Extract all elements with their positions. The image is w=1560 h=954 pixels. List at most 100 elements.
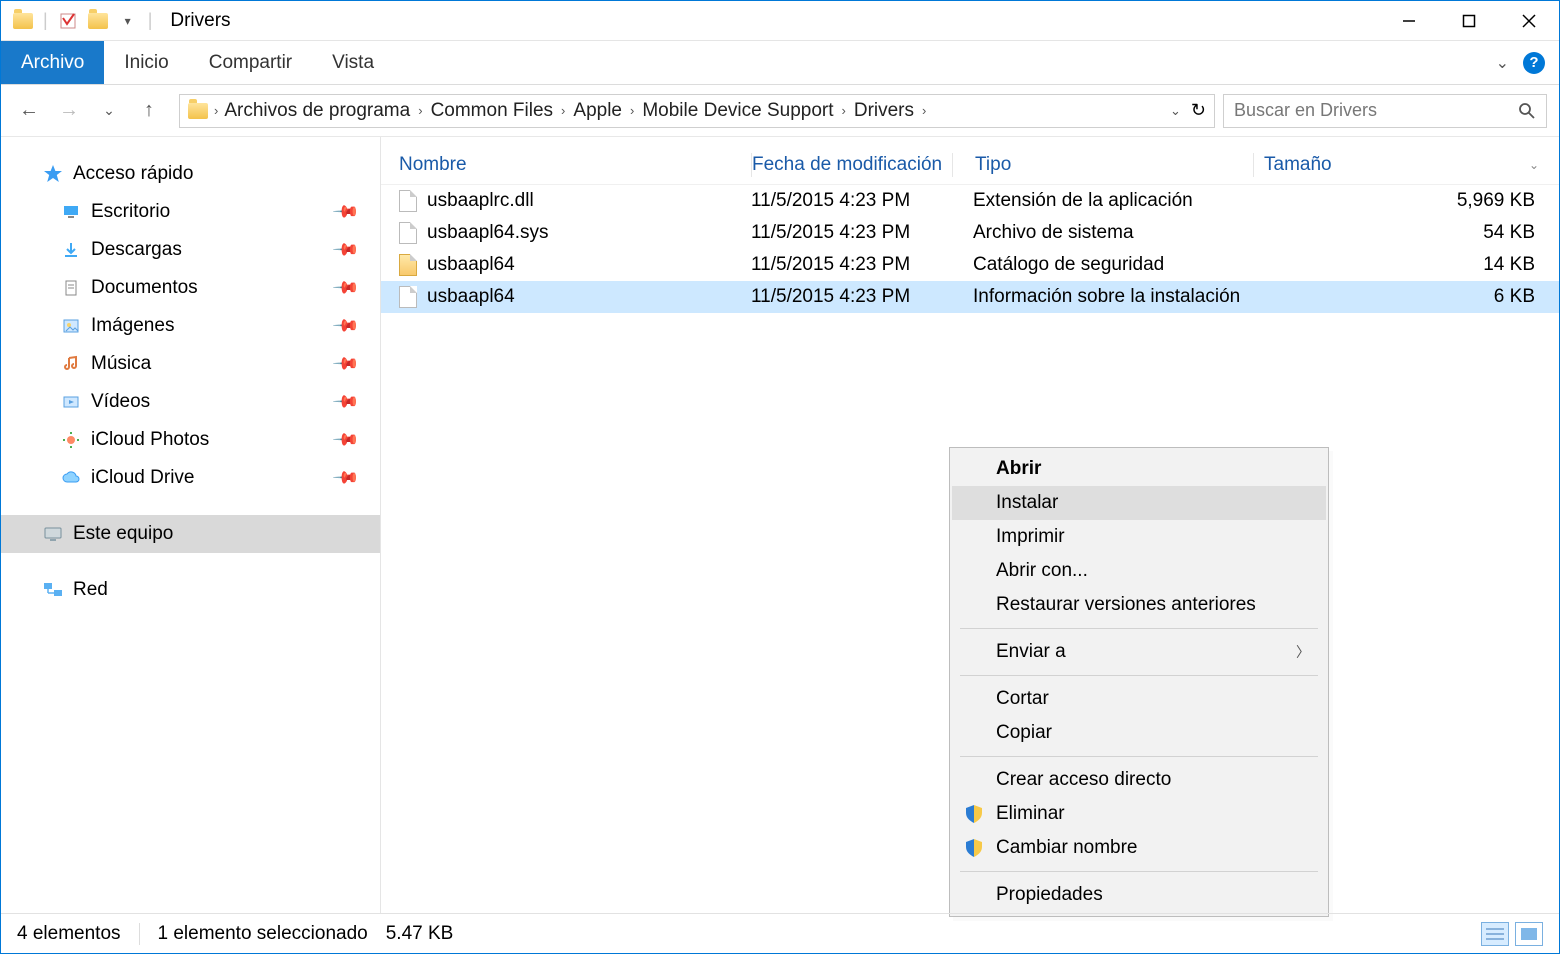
pin-icon: 📌 [331, 273, 360, 302]
context-menu-item[interactable]: Instalar [952, 486, 1326, 520]
pin-icon: 📌 [331, 197, 360, 226]
context-menu-item[interactable]: Copiar [952, 716, 1326, 750]
sidebar-item-label: iCloud Drive [91, 467, 194, 489]
context-menu-item[interactable]: Crear acceso directo [952, 763, 1326, 797]
navigation-row: ← → ⌄ ↑ › Archivos de programa › Common Fi… [1, 85, 1559, 137]
context-menu-item[interactable]: Enviar a〉 [952, 635, 1326, 669]
shield-icon [964, 804, 984, 824]
navigation-sidebar: Acceso rápido Escritorio📌Descargas📌Docum… [1, 137, 381, 913]
new-folder-icon[interactable] [88, 11, 108, 31]
tab-compartir[interactable]: Compartir [189, 41, 312, 84]
window-title: Drivers [170, 10, 230, 32]
column-header-type[interactable]: Tipo [953, 154, 1253, 176]
context-menu-separator [960, 871, 1318, 872]
network-icon [43, 580, 63, 600]
qat-dropdown-icon[interactable]: ▾ [118, 11, 138, 31]
sidebar-item-label: Acceso rápido [73, 163, 193, 185]
properties-icon[interactable] [58, 11, 78, 31]
file-date: 11/5/2015 4:23 PM [751, 254, 951, 276]
sidebar-item-label: Documentos [91, 277, 198, 299]
refresh-button[interactable]: ↻ [1191, 100, 1206, 121]
breadcrumb-segment[interactable]: Common Files [431, 100, 553, 122]
sidebar-item[interactable]: Imágenes📌 [1, 307, 380, 345]
ribbon-collapse-chevron-icon[interactable]: ⌄ [1496, 53, 1509, 73]
thumbnails-view-button[interactable] [1515, 922, 1543, 946]
context-menu-item[interactable]: Propiedades [952, 878, 1326, 912]
item-icon [61, 468, 81, 488]
maximize-button[interactable] [1439, 1, 1499, 41]
status-bar: 4 elementos 1 elemento seleccionado 5.47… [1, 913, 1559, 953]
column-header-size[interactable]: Tamaño ⌄ [1254, 154, 1559, 176]
breadcrumb-segment[interactable]: Drivers [854, 100, 914, 122]
forward-button[interactable]: → [53, 95, 85, 127]
file-type: Extensión de la aplicación [951, 190, 1251, 212]
chevron-right-icon: › [214, 103, 218, 118]
sidebar-item[interactable]: Escritorio📌 [1, 193, 380, 231]
file-row[interactable]: usbaapl64 11/5/2015 4:23 PM Catálogo de … [381, 249, 1559, 281]
recent-locations-chevron-icon[interactable]: ⌄ [93, 95, 125, 127]
context-menu-item[interactable]: Imprimir [952, 520, 1326, 554]
sidebar-item-label: iCloud Photos [91, 429, 209, 451]
up-button[interactable]: ↑ [133, 95, 165, 127]
file-date: 11/5/2015 4:23 PM [751, 222, 951, 244]
tab-inicio[interactable]: Inicio [104, 41, 188, 84]
file-name: usbaapl64 [427, 254, 515, 276]
back-button[interactable]: ← [13, 95, 45, 127]
main-area: Acceso rápido Escritorio📌Descargas📌Docum… [1, 137, 1559, 913]
pin-icon: 📌 [331, 311, 360, 340]
details-view-button[interactable] [1481, 922, 1509, 946]
qat-separator-2: | [148, 10, 153, 31]
address-bar[interactable]: › Archivos de programa›Common Files›Appl… [179, 94, 1215, 128]
file-row[interactable]: usbaapl64.sys 11/5/2015 4:23 PM Archivo … [381, 217, 1559, 249]
sidebar-item[interactable]: Documentos 📌 [1, 269, 380, 307]
item-icon [61, 202, 81, 222]
help-icon[interactable]: ? [1523, 52, 1545, 74]
context-menu-label: Copiar [996, 722, 1052, 744]
file-row[interactable]: usbaaplrc.dll 11/5/2015 4:23 PM Extensió… [381, 185, 1559, 217]
context-menu: Abrir InstalarImprimir Abrir con... Restaur… [949, 447, 1329, 917]
breadcrumb-segment[interactable]: Mobile Device Support [642, 100, 833, 122]
context-menu-label: Propiedades [996, 884, 1103, 906]
sidebar-item[interactable]: iCloud Drive📌 [1, 459, 380, 497]
folder-icon [188, 103, 208, 119]
minimize-button[interactable] [1379, 1, 1439, 41]
sidebar-item[interactable]: iCloud Photos📌 [1, 421, 380, 459]
context-menu-item[interactable]: Cambiar nombre [952, 831, 1326, 865]
context-menu-item[interactable]: Abrir [952, 452, 1326, 486]
context-menu-separator [960, 628, 1318, 629]
sort-chevron-icon: ⌄ [1529, 158, 1539, 172]
sidebar-item[interactable]: Descargas 📌 [1, 231, 380, 269]
sidebar-quick-access[interactable]: Acceso rápido [1, 155, 380, 193]
view-mode-buttons [1481, 922, 1543, 946]
chevron-right-icon: › [418, 103, 422, 118]
context-menu-item[interactable]: Cortar [952, 682, 1326, 716]
search-placeholder: Buscar en Drivers [1234, 100, 1377, 121]
sidebar-item[interactable]: Vídeos📌 [1, 383, 380, 421]
tab-vista[interactable]: Vista [312, 41, 394, 84]
context-menu-label: Crear acceso directo [996, 769, 1171, 791]
tab-archivo[interactable]: Archivo [1, 41, 104, 84]
sidebar-item-label: Descargas [91, 239, 182, 261]
sidebar-network[interactable]: Red [1, 571, 380, 609]
breadcrumb-segment[interactable]: Archivos de programa [224, 100, 410, 122]
sidebar-item[interactable]: Música📌 [1, 345, 380, 383]
address-dropdown-icon[interactable]: ⌄ [1170, 103, 1181, 119]
context-menu-item[interactable]: Eliminar [952, 797, 1326, 831]
column-header-name[interactable]: Nombre [381, 154, 751, 176]
qat-separator: | [43, 10, 48, 31]
item-icon [61, 316, 81, 336]
search-input[interactable]: Buscar en Drivers [1223, 94, 1547, 128]
context-menu-separator [960, 675, 1318, 676]
breadcrumb-segment[interactable]: Apple [573, 100, 622, 122]
context-menu-item[interactable]: Abrir con... [952, 554, 1326, 588]
context-menu-label: Abrir con... [996, 560, 1088, 582]
column-header-date[interactable]: Fecha de modificación [752, 154, 952, 176]
file-row[interactable]: usbaapl64 11/5/2015 4:23 PM Información … [381, 281, 1559, 313]
close-button[interactable] [1499, 1, 1559, 41]
file-size: 6 KB [1251, 286, 1559, 308]
sidebar-this-pc[interactable]: Este equipo [1, 515, 380, 553]
context-menu-item[interactable]: Restaurar versiones anteriores [952, 588, 1326, 622]
file-type: Archivo de sistema [951, 222, 1251, 244]
pin-icon: 📌 [331, 235, 360, 264]
context-menu-label: Abrir [996, 458, 1041, 480]
